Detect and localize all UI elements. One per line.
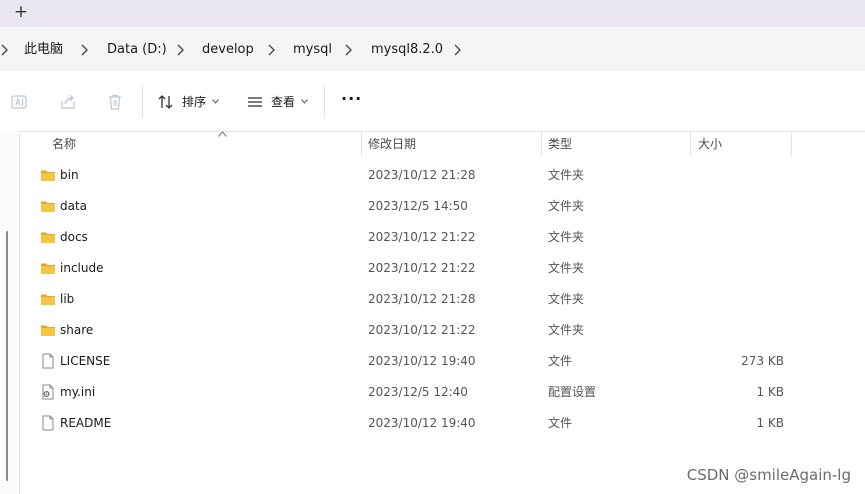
column-divider[interactable] (361, 131, 362, 157)
column-divider[interactable] (791, 131, 792, 157)
column-divider[interactable] (541, 131, 542, 157)
chevron-right-icon[interactable] (176, 44, 186, 56)
chevron-right-icon[interactable] (80, 44, 90, 56)
chevron-right-icon[interactable] (344, 44, 354, 56)
column-size[interactable]: 大小 (698, 136, 722, 152)
file-name: bin (60, 168, 79, 182)
file-name: share (60, 323, 94, 337)
file-date: 2023/10/12 21:22 (368, 261, 476, 275)
navigation-pane[interactable] (0, 131, 20, 494)
breadcrumb-mysql[interactable]: mysql (293, 42, 332, 58)
file-type: 文件 (548, 416, 573, 430)
file-name: LICENSE (60, 354, 111, 368)
toolbar-divider (142, 86, 143, 118)
file-row[interactable]: data 2023/12/5 14:50 文件夹 (20, 191, 865, 222)
tab-bar: + (0, 0, 865, 27)
watermark-text: CSDN @smileAgain-lg (686, 466, 851, 484)
file-row[interactable]: bin 2023/10/12 21:28 文件夹 (20, 160, 865, 191)
file-date: 2023/12/5 14:50 (368, 199, 468, 213)
file-type: 文件夹 (548, 168, 585, 182)
file-row[interactable]: share 2023/10/12 21:22 文件夹 (20, 315, 865, 346)
folder-icon (41, 170, 55, 181)
sort-ascending-icon (218, 131, 227, 137)
column-divider[interactable] (690, 131, 691, 157)
file-size: 1 KB (756, 416, 784, 430)
file-row[interactable]: lib 2023/10/12 21:28 文件夹 (20, 284, 865, 315)
file-type: 文件夹 (548, 199, 585, 213)
share-icon[interactable] (59, 93, 77, 111)
file-icon (42, 415, 54, 431)
column-name[interactable]: 名称 (52, 136, 76, 152)
nav-scrollbar[interactable] (6, 231, 8, 481)
chevron-right-icon[interactable] (453, 44, 463, 56)
file-name: docs (60, 230, 88, 244)
file-date: 2023/10/12 21:28 (368, 168, 476, 182)
breadcrumb-this-pc[interactable]: 此电脑 (24, 42, 63, 58)
folder-icon (41, 325, 55, 336)
sort-icon[interactable] (157, 93, 175, 111)
view-button-label[interactable]: 查看 (271, 94, 295, 110)
file-type: 文件 (548, 354, 573, 368)
column-header-row: 名称 修改日期 类型 大小 (20, 131, 865, 157)
file-row[interactable]: include 2023/10/12 21:22 文件夹 (20, 253, 865, 284)
sort-button-label[interactable]: 排序 (182, 94, 206, 110)
file-type: 文件夹 (548, 292, 585, 306)
toolbar-divider (324, 86, 325, 118)
chevron-down-icon[interactable] (301, 99, 308, 104)
chevron-right-icon (1, 44, 8, 56)
more-options-button[interactable]: ··· (341, 91, 362, 107)
column-type[interactable]: 类型 (548, 136, 572, 152)
file-row[interactable]: README 2023/10/12 19:40 文件 1 KB (20, 408, 865, 439)
new-tab-button[interactable]: + (12, 1, 30, 23)
file-date: 2023/10/12 21:22 (368, 323, 476, 337)
folder-icon (41, 232, 55, 243)
command-bar: 排序 查看 ··· (0, 71, 865, 132)
view-icon[interactable] (246, 93, 264, 111)
file-type: 文件夹 (548, 261, 585, 275)
file-row[interactable]: docs 2023/10/12 21:22 文件夹 (20, 222, 865, 253)
file-name: data (60, 199, 88, 213)
folder-icon (41, 263, 55, 274)
breadcrumb-develop[interactable]: develop (202, 42, 254, 58)
rename-icon[interactable] (10, 93, 28, 111)
folder-icon (41, 294, 55, 305)
chevron-right-icon[interactable] (267, 44, 277, 56)
file-name: my.ini (60, 385, 96, 399)
file-date: 2023/10/12 19:40 (368, 416, 476, 430)
delete-icon[interactable] (106, 93, 124, 111)
breadcrumb-drive[interactable]: Data (D:) (107, 42, 167, 58)
file-date: 2023/10/12 21:28 (368, 292, 476, 306)
file-date: 2023/10/12 21:22 (368, 230, 476, 244)
file-type: 文件夹 (548, 323, 585, 337)
file-size: 1 KB (756, 385, 784, 399)
file-date: 2023/10/12 19:40 (368, 354, 476, 368)
file-date: 2023/12/5 12:40 (368, 385, 468, 399)
file-row[interactable]: my.ini 2023/12/5 12:40 配置设置 1 KB (20, 377, 865, 408)
file-type: 配置设置 (548, 385, 597, 399)
breadcrumb-mysql820[interactable]: mysql8.2.0 (371, 42, 443, 58)
file-size: 273 KB (741, 354, 784, 368)
breadcrumb: 此电脑 Data (D:) develop mysql mysql8.2.0 (0, 27, 865, 71)
file-name: include (60, 261, 104, 275)
file-name: README (60, 416, 112, 430)
file-row[interactable]: LICENSE 2023/10/12 19:40 文件 273 KB (20, 346, 865, 377)
file-type: 文件夹 (548, 230, 585, 244)
chevron-down-icon[interactable] (212, 99, 219, 104)
column-date[interactable]: 修改日期 (368, 136, 416, 152)
folder-icon (41, 201, 55, 212)
file-icon (42, 353, 54, 369)
settings-file-icon (42, 384, 54, 400)
file-name: lib (60, 292, 75, 306)
